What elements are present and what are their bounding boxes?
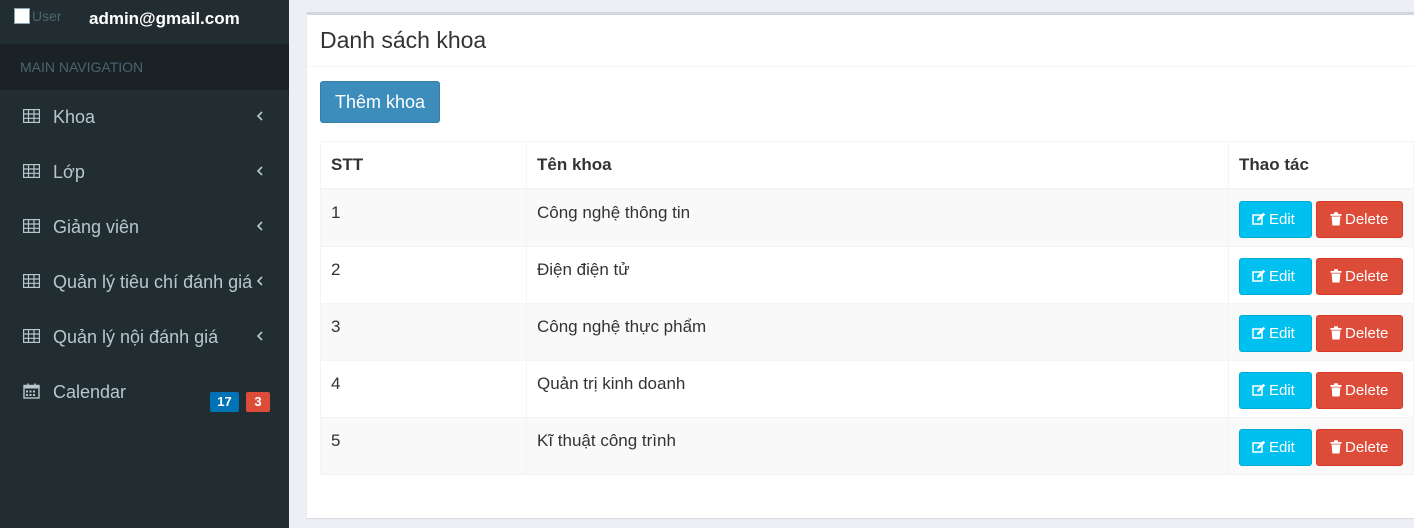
table-icon bbox=[23, 274, 40, 288]
user-panel: User Image admin@gmail.com bbox=[0, 0, 289, 44]
delete-label: Delete bbox=[1345, 324, 1389, 342]
cell-actions: Edit Delete bbox=[1228, 188, 1414, 247]
edit-button[interactable]: Edit bbox=[1239, 314, 1312, 352]
sidebar-item-label: Quản lý tiêu chí đánh giá bbox=[53, 272, 253, 292]
department-table: STT Tên khoa Thao tác 1 Công nghệ thông … bbox=[320, 141, 1414, 475]
delete-button[interactable]: Delete bbox=[1316, 314, 1403, 352]
delete-label: Delete bbox=[1345, 438, 1389, 456]
chevron-left-icon bbox=[256, 111, 263, 121]
edit-button[interactable]: Edit bbox=[1239, 428, 1312, 466]
sidebar-item-calendar[interactable]: Calendar 17 3 bbox=[0, 365, 289, 420]
chevron-left-icon bbox=[256, 331, 263, 341]
table-icon bbox=[23, 164, 40, 178]
cell-stt: 2 bbox=[320, 245, 527, 304]
cell-name: Công nghệ thông tin bbox=[526, 188, 1229, 247]
cell-name: Công nghệ thực phẩm bbox=[526, 302, 1229, 361]
delete-button[interactable]: Delete bbox=[1316, 428, 1403, 466]
sidebar-item-khoa[interactable]: Khoa bbox=[0, 90, 289, 145]
table-header-row: STT Tên khoa Thao tác bbox=[320, 141, 1414, 190]
box-header: Danh sách khoa bbox=[307, 15, 1414, 67]
table-row: 3 Công nghệ thực phẩm Edit Delete bbox=[320, 302, 1414, 361]
delete-button[interactable]: Delete bbox=[1316, 201, 1403, 238]
edit-icon bbox=[1252, 269, 1266, 282]
delete-label: Delete bbox=[1345, 211, 1389, 228]
sidebar-item-label: Quản lý nội đánh giá bbox=[53, 327, 219, 347]
delete-label: Delete bbox=[1345, 381, 1389, 399]
sidebar-item-lop[interactable]: Lớp bbox=[0, 145, 289, 200]
edit-label: Edit bbox=[1269, 267, 1295, 285]
column-header-actions: Thao tác bbox=[1228, 141, 1414, 190]
cell-name: Điện điện tử bbox=[526, 245, 1229, 304]
delete-button[interactable]: Delete bbox=[1316, 371, 1403, 409]
cell-stt: 4 bbox=[320, 359, 527, 418]
content-box: Danh sách khoa Thêm khoa STT Tên khoa Th… bbox=[307, 12, 1414, 518]
cell-name: Quản trị kinh doanh bbox=[526, 359, 1229, 418]
user-email: admin@gmail.com bbox=[89, 9, 240, 28]
edit-icon bbox=[1252, 212, 1266, 225]
chevron-left-icon bbox=[256, 221, 263, 231]
edit-icon bbox=[1252, 383, 1266, 396]
broken-image-icon bbox=[14, 8, 30, 24]
cell-stt: 3 bbox=[320, 302, 527, 361]
cell-name: Kĩ thuật công trình bbox=[526, 416, 1229, 475]
chevron-left-icon bbox=[256, 276, 263, 286]
edit-button[interactable]: Edit bbox=[1239, 257, 1312, 295]
table-row: 2 Điện điện tử Edit Delete bbox=[320, 245, 1414, 304]
edit-icon bbox=[1252, 326, 1266, 339]
cell-stt: 1 bbox=[320, 188, 527, 247]
nav-header: MAIN NAVIGATION bbox=[0, 44, 289, 90]
trash-icon bbox=[1330, 382, 1342, 396]
cell-actions: Edit Delete bbox=[1228, 416, 1414, 475]
calendar-icon bbox=[23, 383, 40, 399]
cell-actions: Edit Delete bbox=[1228, 359, 1414, 418]
sidebar-item-label: Calendar bbox=[53, 382, 127, 402]
sidebar-item-noi-danh-gia[interactable]: Quản lý nội đánh giá bbox=[0, 310, 289, 365]
trash-icon bbox=[1330, 439, 1342, 453]
cell-actions: Edit Delete bbox=[1228, 302, 1414, 361]
sidebar-item-label: Khoa bbox=[53, 107, 96, 127]
edit-label: Edit bbox=[1269, 438, 1295, 456]
table-row: 4 Quản trị kinh doanh Edit Delete bbox=[320, 359, 1414, 418]
cell-actions: Edit Delete bbox=[1228, 245, 1414, 304]
delete-button[interactable]: Delete bbox=[1316, 257, 1403, 295]
user-avatar: User Image bbox=[14, 7, 84, 29]
sidebar-item-label: Giảng viên bbox=[53, 217, 140, 237]
sidebar-item-label: Lớp bbox=[53, 162, 85, 182]
page-title: Danh sách khoa bbox=[320, 27, 487, 53]
trash-icon bbox=[1330, 268, 1342, 282]
sidebar-menu: Khoa Lớp Giảng viên Quản lý tiêu chí đán… bbox=[0, 90, 289, 420]
table-icon bbox=[23, 219, 40, 233]
edit-icon bbox=[1252, 440, 1266, 453]
sidebar-item-tieu-chi[interactable]: Quản lý tiêu chí đánh giá bbox=[0, 255, 289, 310]
column-header-name: Tên khoa bbox=[526, 141, 1229, 190]
table-row: 1 Công nghệ thông tin Edit Delete bbox=[320, 188, 1414, 247]
add-department-button[interactable]: Thêm khoa bbox=[320, 81, 440, 123]
table-icon bbox=[23, 109, 40, 123]
sidebar-item-giang-vien[interactable]: Giảng viên bbox=[0, 200, 289, 255]
edit-label: Edit bbox=[1269, 211, 1295, 228]
badge-blue: 17 bbox=[210, 392, 239, 412]
edit-button[interactable]: Edit bbox=[1239, 201, 1312, 238]
cell-stt: 5 bbox=[320, 416, 527, 475]
badge-red: 3 bbox=[246, 392, 270, 412]
edit-label: Edit bbox=[1269, 381, 1295, 399]
trash-icon bbox=[1330, 325, 1342, 339]
delete-label: Delete bbox=[1345, 267, 1389, 285]
table-row: 5 Kĩ thuật công trình Edit Delete bbox=[320, 416, 1414, 475]
column-header-stt: STT bbox=[320, 141, 527, 190]
edit-label: Edit bbox=[1269, 324, 1295, 342]
edit-button[interactable]: Edit bbox=[1239, 371, 1312, 409]
chevron-left-icon bbox=[256, 166, 263, 176]
table-icon bbox=[23, 329, 40, 343]
sidebar: User Image admin@gmail.com MAIN NAVIGATI… bbox=[0, 0, 289, 528]
trash-icon bbox=[1330, 212, 1342, 226]
